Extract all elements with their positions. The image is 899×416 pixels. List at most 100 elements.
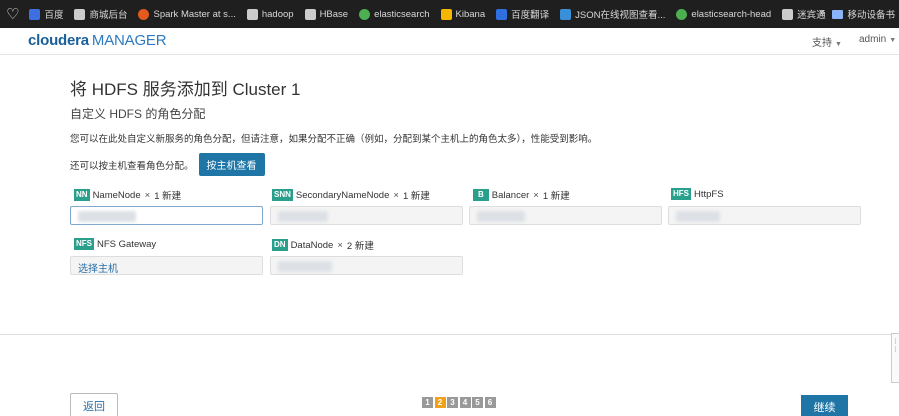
datanode-badge: DN [272, 239, 288, 251]
balancer-host-field[interactable] [469, 206, 662, 225]
bookmark-hbase[interactable]: HBase [304, 8, 349, 20]
logo-main: cloudera [28, 32, 89, 49]
redacted-host [278, 261, 332, 272]
role-balancer-label: B Balancer × 1 新建 [473, 188, 570, 202]
role-datanode-label: DN DataNode × 2 新建 [272, 238, 374, 252]
mobile-bookmarks[interactable]: 移动设备书 [832, 0, 899, 28]
page-title: 将 HDFS 服务添加到 Cluster 1 [70, 80, 301, 99]
role-name: NameNode [92, 189, 141, 201]
page-icon [74, 8, 86, 20]
namenode-badge: NN [74, 189, 90, 201]
nfs-badge: NFS [74, 238, 94, 250]
role-secondarynamenode-label: SNN SecondaryNameNode × 1 新建 [272, 188, 430, 202]
baidu-icon [29, 8, 41, 20]
bookmark-label: Kibana [455, 8, 486, 20]
translate-icon [496, 8, 508, 20]
view-by-host-button[interactable]: 按主机查看 [198, 153, 265, 176]
secondarynamenode-host-field[interactable] [270, 206, 463, 225]
page-icon [304, 8, 316, 20]
chevron-down-icon: ▼ [889, 37, 897, 44]
role-name: Balancer [491, 189, 530, 201]
times-symbol: × [393, 189, 399, 201]
times-symbol: × [533, 189, 539, 201]
page-description: 您可以在此处自定义新服务的角色分配，但请注意，如果分配不正确（例如，分配到某个主… [70, 134, 598, 145]
bookmark-elasticsearch[interactable]: elasticsearch [359, 8, 430, 20]
select-host-placeholder: 选择主机 [78, 264, 118, 275]
secondarynamenode-badge: SNN [272, 189, 293, 201]
bookmark-baidu-translate[interactable]: 百度翻译 [496, 7, 549, 21]
bookmark-kibana[interactable]: Kibana [440, 8, 486, 20]
step-2-current: 2 [434, 397, 446, 408]
role-count[interactable]: 2 新建 [347, 238, 374, 252]
heart-icon[interactable]: ♡ [6, 5, 19, 23]
support-label: 支持 [812, 38, 832, 49]
role-count[interactable]: 1 新建 [543, 188, 570, 202]
bookmarks-bar: ♡ 百度 商城后台 Spark Master at s... hadoop HB… [0, 0, 899, 28]
redacted-host [477, 211, 525, 222]
continue-button[interactable]: 继续 [801, 395, 848, 416]
bookmarks-overflow-button[interactable]: » [819, 7, 825, 19]
step-4: 4 [459, 397, 471, 408]
app-header: cloudera MANAGER 支持 ▼ admin ▼ [0, 28, 899, 55]
role-name: DataNode [290, 239, 334, 251]
support-menu[interactable]: 支持 ▼ [812, 34, 842, 49]
role-name: SecondaryNameNode [295, 189, 390, 201]
mobile-bookmarks-label: 移动设备书 [847, 10, 895, 21]
spark-icon [138, 8, 150, 20]
cloudera-logo[interactable]: cloudera MANAGER [28, 32, 167, 49]
bookmark-label: 商城后台 [89, 10, 128, 21]
host-view-row: 还可以按主机查看角色分配。 按主机查看 [70, 153, 265, 176]
host-view-hint: 还可以按主机查看角色分配。 [70, 160, 194, 172]
step-3: 3 [447, 397, 458, 408]
page-subtitle: 自定义 HDFS 的角色分配 [70, 107, 206, 121]
step-6: 6 [484, 397, 496, 408]
datanode-host-field[interactable] [270, 256, 463, 275]
bookmark-hadoop[interactable]: hadoop [246, 8, 294, 20]
role-count[interactable]: 1 新建 [403, 188, 430, 202]
redacted-host [78, 211, 136, 222]
redacted-host [278, 211, 328, 222]
step-5: 5 [472, 397, 483, 408]
bookmark-label: HBase [319, 8, 349, 20]
page-icon [246, 8, 258, 20]
redacted-host [676, 211, 720, 222]
logo-sub: MANAGER [91, 32, 167, 49]
step-1: 1 [422, 397, 433, 408]
elastic-icon [676, 8, 688, 20]
elastic-icon [359, 8, 371, 20]
kibana-icon [440, 8, 452, 20]
bookmark-spark[interactable]: Spark Master at s... [138, 8, 236, 20]
wizard-step-indicator: 1 2 3 4 5 6 [422, 397, 497, 408]
bookmark-label: 百度 [44, 10, 64, 21]
bookmark-label: 百度翻译 [511, 10, 550, 21]
times-symbol: × [337, 239, 343, 251]
folder-icon [832, 9, 844, 19]
bookmark-json-viewer[interactable]: JSON在线视图查看... [560, 7, 665, 21]
chevron-down-icon: ▼ [835, 41, 842, 48]
side-feedback-tab[interactable]: ⋮ ⋮ [891, 333, 899, 383]
back-button[interactable]: 返回 [70, 393, 118, 416]
httpfs-badge: HFS [671, 188, 691, 200]
balancer-badge: B [473, 189, 489, 201]
role-count[interactable]: 1 新建 [154, 188, 181, 202]
admin-menu[interactable]: admin ▼ [859, 34, 896, 45]
httpfs-host-field[interactable] [668, 206, 861, 225]
bookmark-label: hadoop [261, 8, 294, 20]
namenode-host-field[interactable] [70, 206, 263, 225]
bookmark-label: elasticsearch-head [691, 8, 772, 20]
bookmark-label: Spark Master at s... [153, 8, 236, 20]
admin-label: admin [859, 34, 887, 45]
bookmark-label: elasticsearch [374, 8, 430, 20]
role-name: NFS Gateway [97, 238, 157, 250]
role-namenode-label: NN NameNode × 1 新建 [74, 188, 181, 202]
nfs-gateway-host-field[interactable]: 选择主机 [70, 256, 263, 275]
bookmark-label: JSON在线视图查看... [575, 10, 666, 21]
times-symbol: × [144, 189, 151, 201]
role-httpfs-label: HFS HttpFS [671, 188, 724, 200]
json-icon [560, 8, 572, 20]
bookmark-baidu[interactable]: 百度 [29, 7, 63, 21]
bookmark-elasticsearch-head[interactable]: elasticsearch-head [676, 8, 772, 20]
role-name: HttpFS [694, 188, 724, 200]
role-nfs-gateway-label: NFS NFS Gateway [74, 238, 156, 250]
bookmark-mall-admin[interactable]: 商城后台 [74, 7, 127, 21]
